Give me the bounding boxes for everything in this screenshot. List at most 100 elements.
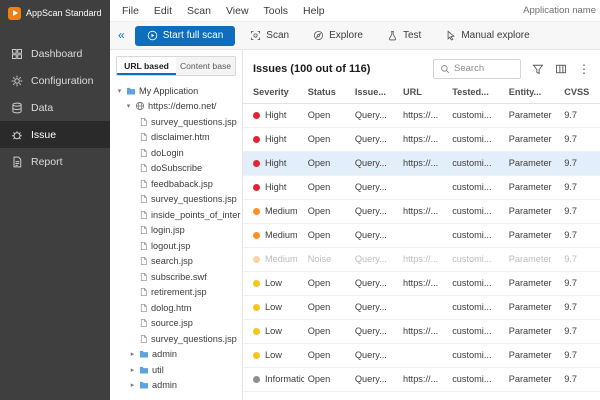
tree-root-item[interactable]: ▾ My Application <box>116 83 242 99</box>
tree-folder-item[interactable]: ▸ admin <box>116 378 242 394</box>
sidebar-item-configuration[interactable]: Configuration <box>0 67 110 94</box>
scan-button[interactable]: Scan <box>241 30 298 41</box>
explore-button[interactable]: Explore <box>304 30 372 41</box>
tree-file-item[interactable]: survey_questions.jsp <box>116 192 242 208</box>
severity-label: Low <box>265 326 282 336</box>
file-label: inside_points_of_inter <box>151 210 240 220</box>
tree-file-item[interactable]: source.jsp <box>116 316 242 332</box>
issue-row[interactable]: Hight Open Query... https://... customi.… <box>243 127 600 151</box>
tree-file-item[interactable]: dolog.htm <box>116 300 242 316</box>
tree-file-item[interactable]: login.jsp <box>116 223 242 239</box>
tree-file-item[interactable]: survey_questions.jsp <box>116 331 242 347</box>
issue-cell: Query... <box>351 223 399 247</box>
issue-row[interactable]: Low Open Query... customi... Parameter 9… <box>243 295 600 319</box>
search-input[interactable] <box>454 63 512 74</box>
tree-file-item[interactable]: retirement.jsp <box>116 285 242 301</box>
manual-explore-button[interactable]: Manual explore <box>436 30 538 41</box>
issue-row[interactable]: Hight Open Query... https://... customi.… <box>243 151 600 175</box>
folder-icon <box>139 380 149 390</box>
menu-tools[interactable]: Tools <box>264 5 289 17</box>
start-full-scan-button[interactable]: Start full scan <box>135 26 236 46</box>
severity-label: Medium <box>265 254 298 264</box>
menu-view[interactable]: View <box>226 5 249 17</box>
tested-element-cell: customi... <box>448 127 505 151</box>
issue-cell: Query... <box>351 103 399 127</box>
tree-file-item[interactable]: survey_questions.jsp <box>116 114 242 130</box>
filter-funnel-icon[interactable] <box>532 63 544 75</box>
column-header[interactable]: Severity <box>243 82 304 103</box>
test-button[interactable]: Test <box>378 30 430 41</box>
column-header[interactable]: Issue... <box>351 82 399 103</box>
issue-row[interactable]: Low Open Query... https://... customi...… <box>243 319 600 343</box>
issue-row[interactable]: Medium Open Query... https://... customi… <box>243 199 600 223</box>
tree-file-item[interactable]: feedbaback.jsp <box>116 176 242 192</box>
sidebar-item-dashboard[interactable]: Dashboard <box>0 40 110 67</box>
column-header[interactable]: URL <box>399 82 448 103</box>
chevron-right-icon[interactable]: ▸ <box>129 381 136 389</box>
sidebar: AppScan Standard Dashboard Configuration… <box>0 0 110 400</box>
tested-element-cell: customi... <box>448 223 505 247</box>
tree-panel: URL based Content base ▾ My Application … <box>110 50 243 400</box>
issue-row[interactable]: Hight Open Query... customi... Parameter… <box>243 175 600 199</box>
url-cell <box>399 175 448 199</box>
tree-file-item[interactable]: logout.jsp <box>116 238 242 254</box>
search-box[interactable] <box>433 59 521 79</box>
tree-folder-item[interactable]: ▸ util <box>116 362 242 378</box>
issue-cell: Query... <box>351 367 399 391</box>
severity-dot-icon <box>253 232 260 239</box>
tree-file-item[interactable]: search.jsp <box>116 254 242 270</box>
chevron-right-icon[interactable]: ▸ <box>129 350 136 358</box>
sidebar-item-report[interactable]: Report <box>0 148 110 175</box>
menu-help[interactable]: Help <box>303 5 325 17</box>
tree-folder-item[interactable]: ▸ admin <box>116 347 242 363</box>
tree-folder-label: admin <box>152 349 177 359</box>
menu-edit[interactable]: Edit <box>154 5 172 17</box>
file-icon <box>139 334 148 344</box>
menu-scan[interactable]: Scan <box>187 5 211 17</box>
url-cell: https://... <box>399 271 448 295</box>
tree-file-item[interactable]: inside_points_of_inter <box>116 207 242 223</box>
columns-icon[interactable] <box>555 63 567 75</box>
tab-url-based[interactable]: URL based <box>117 57 176 75</box>
chevron-down-icon[interactable]: ▾ <box>116 87 123 95</box>
column-header[interactable]: Tested... <box>448 82 505 103</box>
file-icon <box>139 163 148 173</box>
file-label: survey_questions.jsp <box>151 334 237 344</box>
file-label: dolog.htm <box>151 303 191 313</box>
tree-file-item[interactable]: doLogin <box>116 145 242 161</box>
collapse-panel-icon[interactable]: « <box>118 29 125 41</box>
issue-row[interactable]: Medium Noise Query... https://... custom… <box>243 247 600 271</box>
issue-cell: Query... <box>351 199 399 223</box>
tested-element-cell: customi... <box>448 151 505 175</box>
sidebar-item-data[interactable]: Data <box>0 94 110 121</box>
cvss-cell: 9.7 <box>560 247 600 271</box>
column-header[interactable]: CVSS <box>560 82 600 103</box>
entity-cell: Parameter <box>505 247 560 271</box>
globe-icon <box>135 101 145 111</box>
chevron-down-icon[interactable]: ▾ <box>125 102 132 110</box>
issue-cell: Query... <box>351 343 399 367</box>
tree-file-item[interactable]: subscribe.swf <box>116 269 242 285</box>
tree-file-item[interactable]: disclaimer.htm <box>116 130 242 146</box>
file-icon <box>139 210 148 220</box>
tab-content-base[interactable]: Content base <box>176 57 235 75</box>
column-header[interactable]: Entity... <box>505 82 560 103</box>
issues-title: Issues (100 out of 116) <box>253 63 370 75</box>
severity-dot-icon <box>253 256 260 263</box>
issue-row[interactable]: Hight Open Query... https://... customi.… <box>243 103 600 127</box>
menu-file[interactable]: File <box>122 5 139 17</box>
entity-cell: Parameter <box>505 271 560 295</box>
kebab-menu-icon[interactable]: ⋮ <box>578 63 590 75</box>
issue-row[interactable]: Low Open Query... https://... customi...… <box>243 271 600 295</box>
chevron-right-icon[interactable]: ▸ <box>129 366 136 374</box>
tree-host-item[interactable]: ▾ https://demo.net/ <box>116 99 242 115</box>
issue-row[interactable]: Medium Open Query... customi... Paramete… <box>243 223 600 247</box>
issue-row[interactable]: Informatic Open Query... https://... cus… <box>243 367 600 391</box>
issue-row[interactable]: Low Open Query... customi... Parameter 9… <box>243 343 600 367</box>
manual-explore-label: Manual explore <box>461 30 529 41</box>
column-header[interactable]: Status <box>304 82 351 103</box>
tree-file-item[interactable]: doSubscribe <box>116 161 242 177</box>
sidebar-nav: Dashboard Configuration Data Issue Repor… <box>0 40 110 175</box>
sidebar-item-issue[interactable]: Issue <box>0 121 110 148</box>
severity-label: Informatic <box>265 374 304 384</box>
